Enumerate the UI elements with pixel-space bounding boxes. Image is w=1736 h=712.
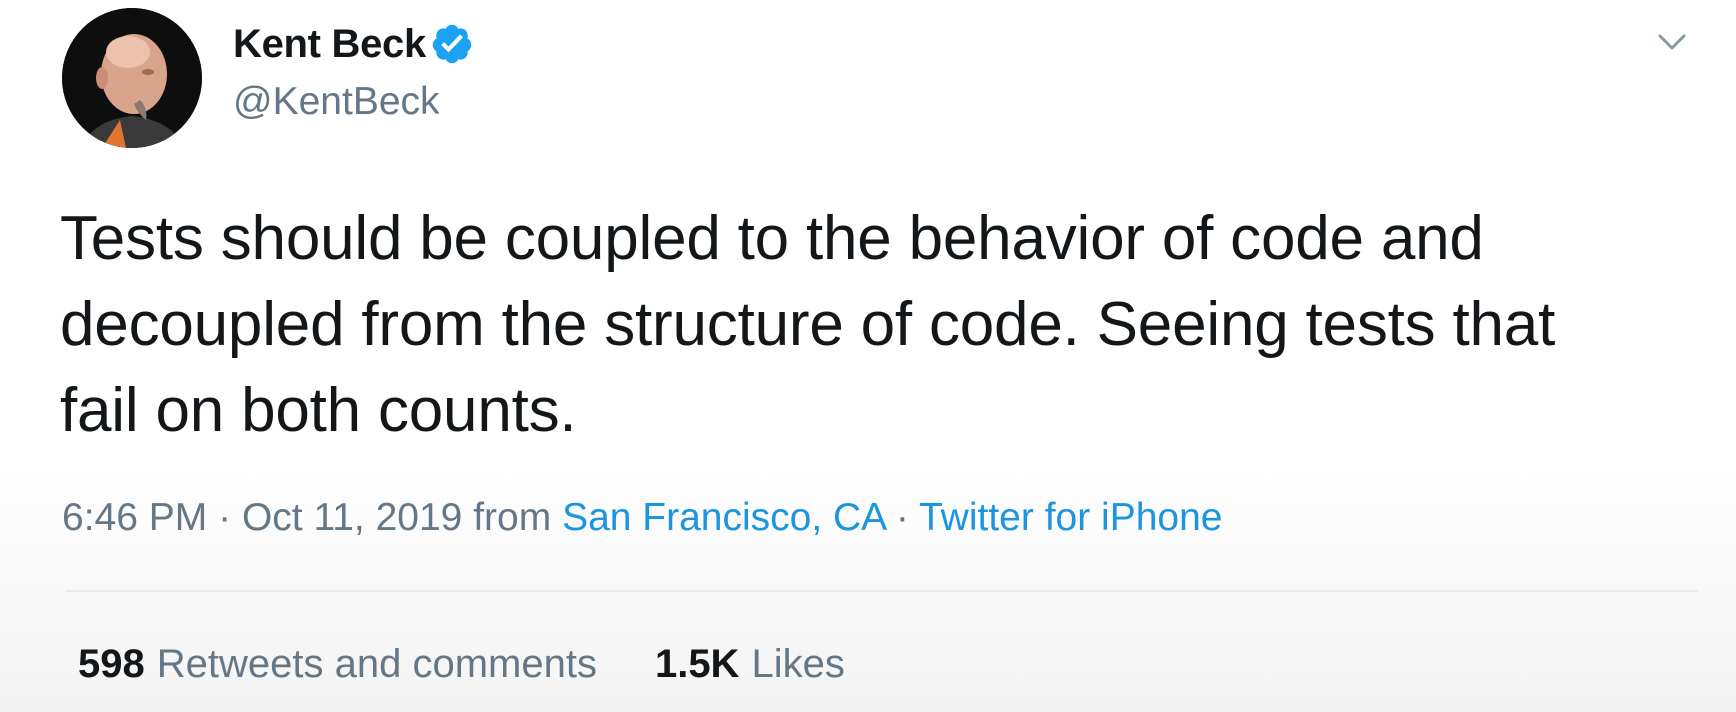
- tweet-time[interactable]: 6:46 PM: [62, 496, 207, 539]
- likes-stat[interactable]: 1.5K Likes: [655, 642, 845, 687]
- tweet-metadata: 6:46 PM · Oct 11, 2019 from San Francisc…: [62, 496, 1222, 540]
- chevron-down-icon[interactable]: [1652, 22, 1692, 62]
- divider: [66, 590, 1698, 592]
- avatar-image: [62, 8, 202, 148]
- tweet-source-link[interactable]: Twitter for iPhone: [919, 496, 1222, 539]
- tweet-date[interactable]: Oct 11, 2019: [242, 496, 462, 539]
- author-display-name[interactable]: Kent Beck: [233, 22, 426, 67]
- tweet-text: Tests should be coupled to the behavior …: [60, 204, 1556, 445]
- tweet-card: Kent Beck @KentBeck Tests should be coup…: [0, 0, 1736, 712]
- author-name-row: Kent Beck: [233, 18, 474, 70]
- tweet-location-link[interactable]: San Francisco, CA: [562, 496, 885, 539]
- retweets-stat[interactable]: 598 Retweets and comments: [78, 642, 597, 687]
- verified-badge-icon: [430, 22, 474, 66]
- retweets-label: Retweets and comments: [156, 642, 597, 686]
- meta-separator: ·: [218, 496, 232, 539]
- retweets-count: 598: [78, 642, 145, 686]
- author-handle[interactable]: @KentBeck: [233, 80, 440, 124]
- tweet-stats: 598 Retweets and comments 1.5K Likes: [78, 642, 845, 687]
- likes-label: Likes: [751, 642, 845, 686]
- meta-separator-2: ·: [895, 496, 909, 539]
- from-label: from: [473, 496, 552, 539]
- likes-count: 1.5K: [654, 642, 740, 686]
- avatar[interactable]: [62, 8, 202, 148]
